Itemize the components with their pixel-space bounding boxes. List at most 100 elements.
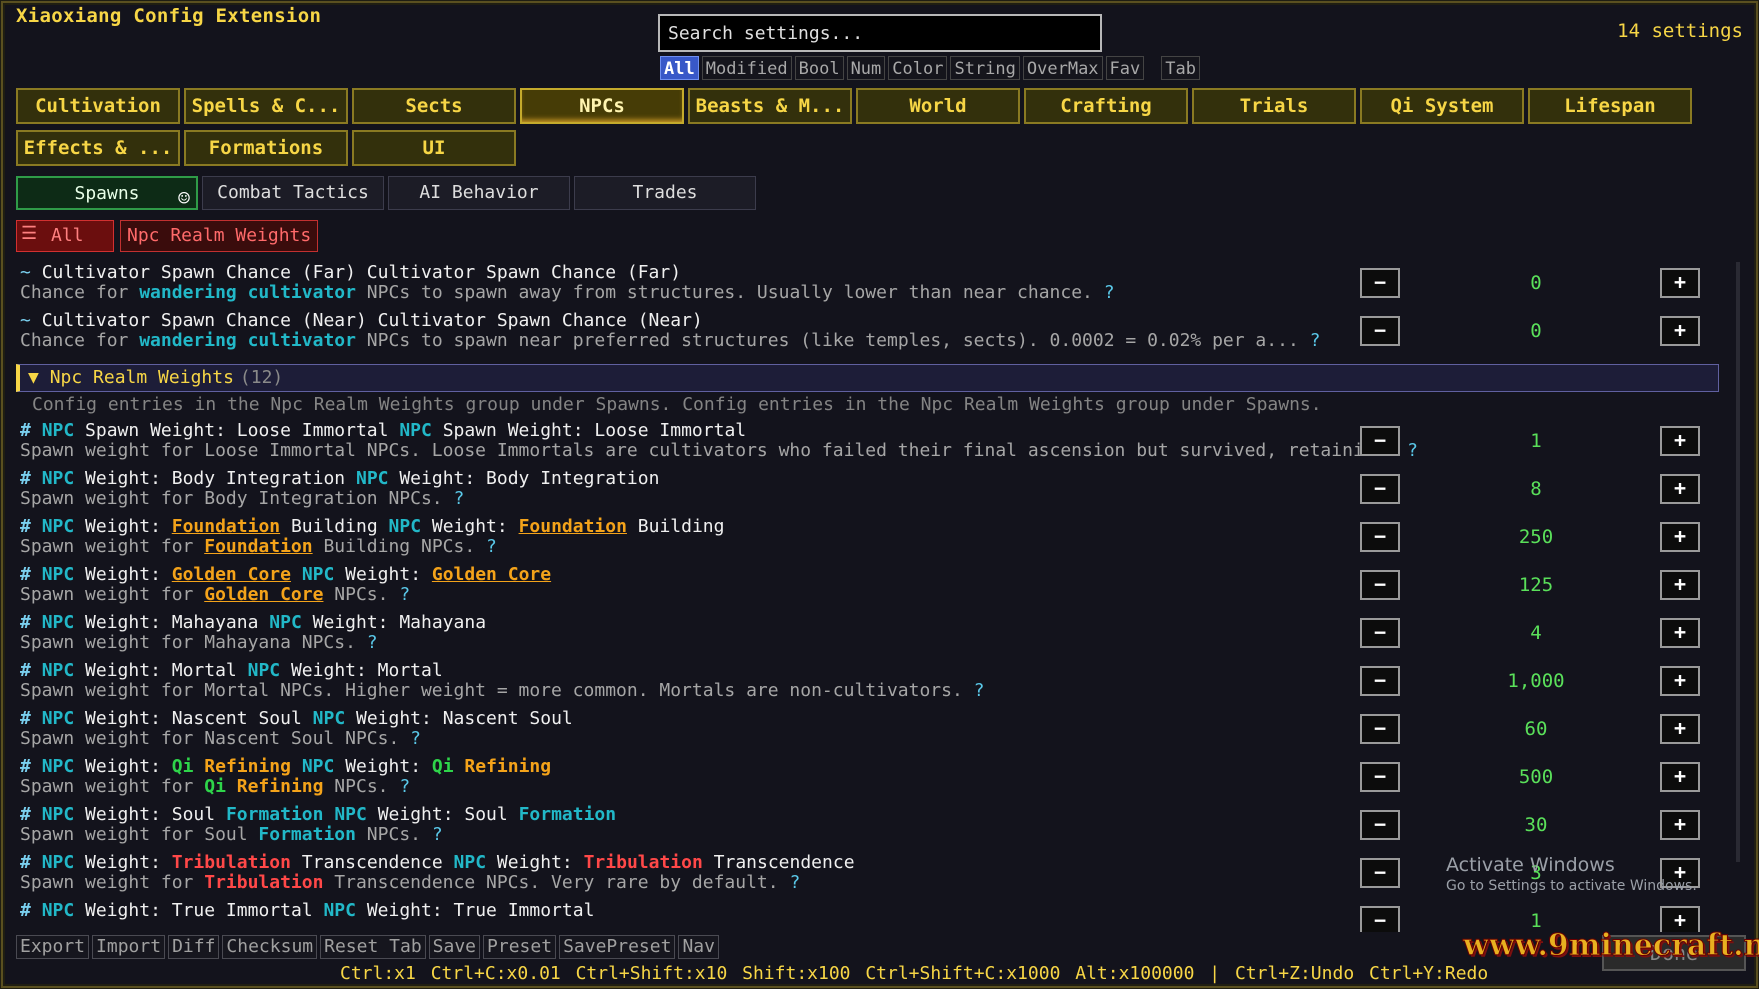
help-icon[interactable]: ? xyxy=(486,536,497,557)
tab-formations[interactable]: Formations xyxy=(184,130,348,166)
increment-button[interactable]: + xyxy=(1660,316,1700,346)
group-all-button[interactable]: ☰ All xyxy=(16,220,114,252)
increment-button[interactable]: + xyxy=(1660,810,1700,840)
tab-beasts[interactable]: Beasts & M... xyxy=(688,88,852,124)
decrement-button[interactable]: − xyxy=(1360,906,1400,932)
diff-button[interactable]: Diff xyxy=(168,935,220,959)
help-icon[interactable]: ? xyxy=(1104,282,1115,303)
decrement-button[interactable]: − xyxy=(1360,714,1400,744)
setting-value[interactable]: 1,000 xyxy=(1466,670,1606,692)
import-button[interactable]: Import xyxy=(92,935,166,959)
refining-tag: Refining xyxy=(225,776,324,797)
setting-title-text: Weight: xyxy=(85,516,172,537)
setting-value[interactable]: 500 xyxy=(1466,766,1606,788)
checksum-button[interactable]: Checksum xyxy=(222,935,318,959)
increment-button[interactable]: + xyxy=(1660,426,1700,456)
filter-num[interactable]: Num xyxy=(846,56,886,80)
filter-overmax[interactable]: OverMax xyxy=(1022,56,1103,80)
setting-value[interactable]: 60 xyxy=(1466,718,1606,740)
help-icon[interactable]: ? xyxy=(367,632,378,653)
tab-world[interactable]: World xyxy=(856,88,1020,124)
setting-value[interactable]: 250 xyxy=(1466,526,1606,548)
help-icon[interactable]: ? xyxy=(410,728,421,749)
number-icon: # xyxy=(20,564,31,585)
tab-trials[interactable]: Trials xyxy=(1192,88,1356,124)
setting-value[interactable]: 8 xyxy=(1466,478,1606,500)
save-button[interactable]: Save xyxy=(428,935,481,959)
tab-ui[interactable]: UI xyxy=(352,130,516,166)
setting-title-text: Weight: Nascent Soul xyxy=(356,708,573,729)
setting-title-text: Weight: Mahayana xyxy=(85,612,259,633)
realm-tag: Golden Core xyxy=(171,564,291,585)
decrement-button[interactable]: − xyxy=(1360,522,1400,552)
help-icon[interactable]: ? xyxy=(974,680,985,701)
help-icon[interactable]: ? xyxy=(453,488,464,509)
increment-button[interactable]: + xyxy=(1660,618,1700,648)
decrement-button[interactable]: − xyxy=(1360,426,1400,456)
tab-crafting[interactable]: Crafting xyxy=(1024,88,1188,124)
setting-value[interactable]: 30 xyxy=(1466,814,1606,836)
decrement-button[interactable]: − xyxy=(1360,810,1400,840)
tab-cultivation[interactable]: Cultivation xyxy=(16,88,180,124)
tab-effects[interactable]: Effects & ... xyxy=(16,130,180,166)
filter-bool[interactable]: Bool xyxy=(794,56,844,80)
decrement-button[interactable]: − xyxy=(1360,268,1400,298)
subtab-combat-tactics[interactable]: Combat Tactics xyxy=(202,176,384,210)
increment-button[interactable]: + xyxy=(1660,522,1700,552)
help-icon[interactable]: ? xyxy=(399,776,410,797)
setting-title: # NPC Weight: Tribulation Transcendence … xyxy=(20,852,855,873)
help-icon[interactable]: ? xyxy=(399,584,410,605)
filter-modified[interactable]: Modified xyxy=(701,56,792,80)
setting-value[interactable]: 125 xyxy=(1466,574,1606,596)
setting-value[interactable]: 0 xyxy=(1466,320,1606,342)
reset-tab-button[interactable]: Reset Tab xyxy=(320,935,426,959)
setting-title-text: Cultivator Spawn Chance (Far) Cultivator… xyxy=(41,262,682,283)
subtab-spawns[interactable]: Spawns ☺ xyxy=(16,176,198,210)
decrement-button[interactable]: − xyxy=(1360,858,1400,888)
subtab-trades[interactable]: Trades xyxy=(574,176,756,210)
npc-keyword: NPC xyxy=(41,420,75,441)
increment-button[interactable]: + xyxy=(1660,666,1700,696)
subtab-ai-behavior[interactable]: AI Behavior xyxy=(388,176,570,210)
tab-sects[interactable]: Sects xyxy=(352,88,516,124)
scrollbar[interactable] xyxy=(1736,262,1740,862)
help-icon[interactable]: ? xyxy=(1407,440,1418,461)
group-npc-realm-weights-button[interactable]: Npc Realm Weights xyxy=(120,220,319,252)
decrement-button[interactable]: − xyxy=(1360,316,1400,346)
decrement-button[interactable]: − xyxy=(1360,474,1400,504)
help-icon[interactable]: ? xyxy=(1310,330,1321,351)
export-button[interactable]: Export xyxy=(16,935,90,959)
refining-tag: Refining xyxy=(453,756,552,777)
increment-button[interactable]: + xyxy=(1660,570,1700,600)
preset-button[interactable]: Preset xyxy=(483,935,557,959)
search-input[interactable] xyxy=(658,14,1102,52)
decrement-button[interactable]: − xyxy=(1360,762,1400,792)
decrement-button[interactable]: − xyxy=(1360,570,1400,600)
increment-button[interactable]: + xyxy=(1660,268,1700,298)
setting-value[interactable]: 1 xyxy=(1466,430,1606,452)
filter-string[interactable]: String xyxy=(950,56,1020,80)
setting-title-text: Weight: Soul xyxy=(377,804,519,825)
help-icon[interactable]: ? xyxy=(432,824,443,845)
group-header[interactable]: ▼ Npc Realm Weights (12) xyxy=(16,364,1719,392)
tab-qi-system[interactable]: Qi System xyxy=(1360,88,1524,124)
filter-color[interactable]: Color xyxy=(888,56,948,80)
decrement-button[interactable]: − xyxy=(1360,618,1400,648)
nav-button[interactable]: Nav xyxy=(678,935,719,959)
increment-button[interactable]: + xyxy=(1660,474,1700,504)
help-icon[interactable]: ? xyxy=(789,872,800,893)
setting-value[interactable]: 4 xyxy=(1466,622,1606,644)
tribulation-tag: Tribulation xyxy=(171,852,291,873)
setting-value[interactable]: 0 xyxy=(1466,272,1606,294)
save-preset-button[interactable]: SavePreset xyxy=(559,935,676,959)
increment-button[interactable]: + xyxy=(1660,714,1700,744)
filter-all[interactable]: All xyxy=(660,56,699,80)
tab-npcs[interactable]: NPCs xyxy=(520,88,684,124)
decrement-button[interactable]: − xyxy=(1360,666,1400,696)
npc-keyword: NPC xyxy=(355,468,389,489)
filter-tab[interactable]: Tab xyxy=(1161,56,1200,80)
tab-lifespan[interactable]: Lifespan xyxy=(1528,88,1692,124)
increment-button[interactable]: + xyxy=(1660,762,1700,792)
filter-fav[interactable]: Fav xyxy=(1105,56,1145,80)
tab-spells[interactable]: Spells & C... xyxy=(184,88,348,124)
